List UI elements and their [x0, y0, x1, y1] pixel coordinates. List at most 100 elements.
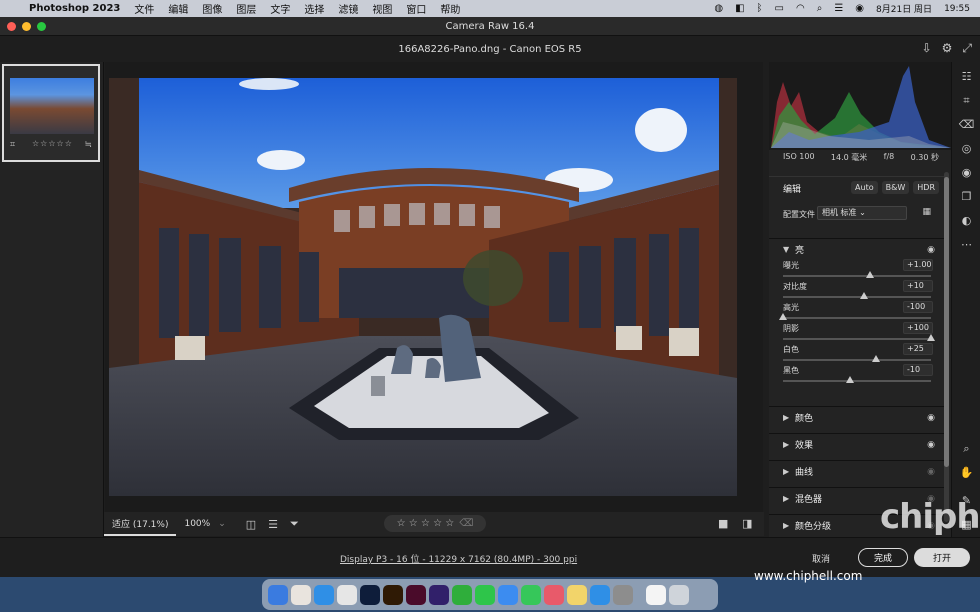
slider-handle[interactable] [860, 292, 869, 299]
red-eye-icon[interactable]: ◉ [952, 166, 980, 179]
chrome-icon[interactable] [337, 584, 357, 605]
slider-track[interactable] [783, 275, 931, 277]
profile-browser-icon[interactable]: ▦ [922, 207, 931, 217]
slider-value-input[interactable]: +100 [903, 322, 933, 334]
app-store-icon[interactable] [590, 584, 610, 605]
fit-zoom-button[interactable]: 适应 (17.1%) [104, 512, 177, 536]
finder-icon[interactable] [268, 584, 288, 605]
masking-icon[interactable]: ◎ [952, 142, 980, 155]
menu-filter[interactable]: 滤镜 [331, 1, 365, 16]
menu-app-name[interactable]: Photoshop 2023 [22, 3, 127, 14]
auto-button[interactable]: Auto [851, 181, 878, 194]
trash-icon[interactable] [669, 584, 689, 605]
minimize-window-button[interactable] [22, 22, 31, 31]
eye-icon[interactable]: ◉ [927, 467, 935, 477]
slider-track[interactable] [783, 317, 931, 319]
slider-value-input[interactable]: +25 [903, 343, 933, 355]
cancel-button[interactable]: 取消 [812, 552, 830, 565]
slider-handle[interactable] [866, 271, 875, 278]
photos-icon[interactable] [544, 584, 564, 605]
eye-icon[interactable]: ◉ [927, 413, 935, 423]
filter-icon[interactable]: ⏷ [284, 517, 305, 531]
bw-button[interactable]: B&W [881, 181, 910, 194]
document-icon[interactable] [646, 584, 666, 605]
crop-icon[interactable]: ⌗ [10, 140, 15, 150]
edit-sliders-icon[interactable]: ☷ [952, 70, 980, 83]
menu-select[interactable]: 选择 [297, 1, 331, 16]
search-icon[interactable]: ⌕ [817, 3, 823, 14]
battery-icon[interactable]: ▭ [775, 3, 784, 14]
thumbnail-rating[interactable]: ☆☆☆☆☆ [32, 139, 73, 148]
slider-handle[interactable] [845, 376, 854, 383]
launchpad-icon[interactable] [291, 584, 311, 605]
slider-value-input[interactable]: -100 [903, 301, 933, 313]
menu-window[interactable]: 窗口 [399, 1, 433, 16]
wifi-icon[interactable]: ◠ [796, 3, 805, 14]
mail-icon[interactable] [498, 584, 518, 605]
section-effects[interactable]: ▶ 效果 ◉ [769, 433, 945, 455]
section-color[interactable]: ▶ 颜色 ◉ [769, 406, 945, 428]
slider-value-input[interactable]: +1.00 [903, 259, 933, 271]
before-after-icon[interactable]: ◫ [240, 518, 262, 531]
slider-track[interactable] [783, 338, 931, 340]
volume-icon[interactable]: ◧ [735, 3, 744, 14]
menu-time[interactable]: 19:55 [944, 4, 970, 14]
slider-value-input[interactable]: -10 [903, 364, 933, 376]
slider-handle[interactable] [927, 334, 935, 341]
slider-value-input[interactable]: +10 [903, 280, 933, 292]
slider-track[interactable] [783, 380, 931, 382]
user-icon[interactable]: ◉ [855, 3, 864, 14]
close-window-button[interactable] [7, 22, 16, 31]
square-view-icon[interactable]: ■ [712, 517, 734, 530]
fullscreen-icon[interactable]: ⤢ [962, 41, 972, 56]
section-curves[interactable]: ▶ 曲线 ◉ [769, 460, 945, 482]
profile-select[interactable]: 相机 标准 ⌄ [817, 206, 907, 220]
panorama-photo[interactable] [109, 78, 737, 496]
notes-icon[interactable] [567, 584, 587, 605]
bluetooth-icon[interactable]: ᛒ [757, 3, 763, 14]
system-preferences-icon[interactable] [613, 584, 633, 605]
open-button[interactable]: 打开 [914, 548, 970, 567]
menu-type[interactable]: 文字 [263, 1, 297, 16]
more-icon[interactable]: ⋯ [952, 238, 980, 251]
safari-icon[interactable] [314, 584, 334, 605]
zoom-100-button[interactable]: 100% [176, 519, 218, 529]
wechat-status-icon[interactable]: ◍ [714, 3, 723, 14]
menu-edit[interactable]: 编辑 [161, 1, 195, 16]
evernote-icon[interactable] [452, 584, 472, 605]
menu-layer[interactable]: 图层 [229, 1, 263, 16]
menu-view[interactable]: 视图 [365, 1, 399, 16]
control-center-icon[interactable]: ☰ [834, 3, 843, 14]
snapshots-icon[interactable]: ❐ [952, 190, 980, 203]
section-light[interactable]: ▼ 亮 ◉ [769, 238, 945, 260]
panel-scroll-thumb[interactable] [944, 177, 949, 467]
messages-icon[interactable] [521, 584, 541, 605]
gear-icon[interactable]: ⚙ [942, 41, 953, 56]
menu-image[interactable]: 图像 [195, 1, 229, 16]
slider-track[interactable] [783, 296, 931, 298]
app-i-icon[interactable] [429, 584, 449, 605]
eraser-icon[interactable]: ⌫ [952, 118, 980, 131]
rating-stars[interactable]: ☆ ☆ ☆ ☆ ☆ [397, 518, 455, 529]
slider-handle[interactable] [872, 355, 881, 362]
workflow-options-link[interactable]: Display P3 - 16 位 - 11229 x 7162 (80.4MP… [340, 552, 577, 565]
done-button[interactable]: 完成 [858, 548, 908, 567]
compare-view-icon[interactable]: ◨ [736, 517, 758, 530]
eye-icon[interactable]: ◉ [927, 245, 935, 255]
zoom-icon[interactable]: ⌕ [952, 442, 980, 456]
sort-icon[interactable]: ☰ [262, 518, 284, 531]
menu-help[interactable]: 帮助 [433, 1, 467, 16]
illustrator-icon[interactable] [383, 584, 403, 605]
hdr-button[interactable]: HDR [913, 181, 939, 194]
hand-icon[interactable]: ✋ [952, 466, 980, 479]
export-icon[interactable]: ⇩ [922, 41, 932, 56]
zoom-window-button[interactable] [37, 22, 46, 31]
adjust-icon[interactable]: ≒ [84, 140, 92, 150]
menu-file[interactable]: 文件 [127, 1, 161, 16]
indesign-icon[interactable] [406, 584, 426, 605]
wechat-icon[interactable] [475, 584, 495, 605]
menu-date[interactable]: 8月21日 周日 [876, 2, 932, 15]
presets-icon[interactable]: ◐ [952, 214, 980, 227]
slider-track[interactable] [783, 359, 931, 361]
slider-handle[interactable] [779, 313, 787, 320]
